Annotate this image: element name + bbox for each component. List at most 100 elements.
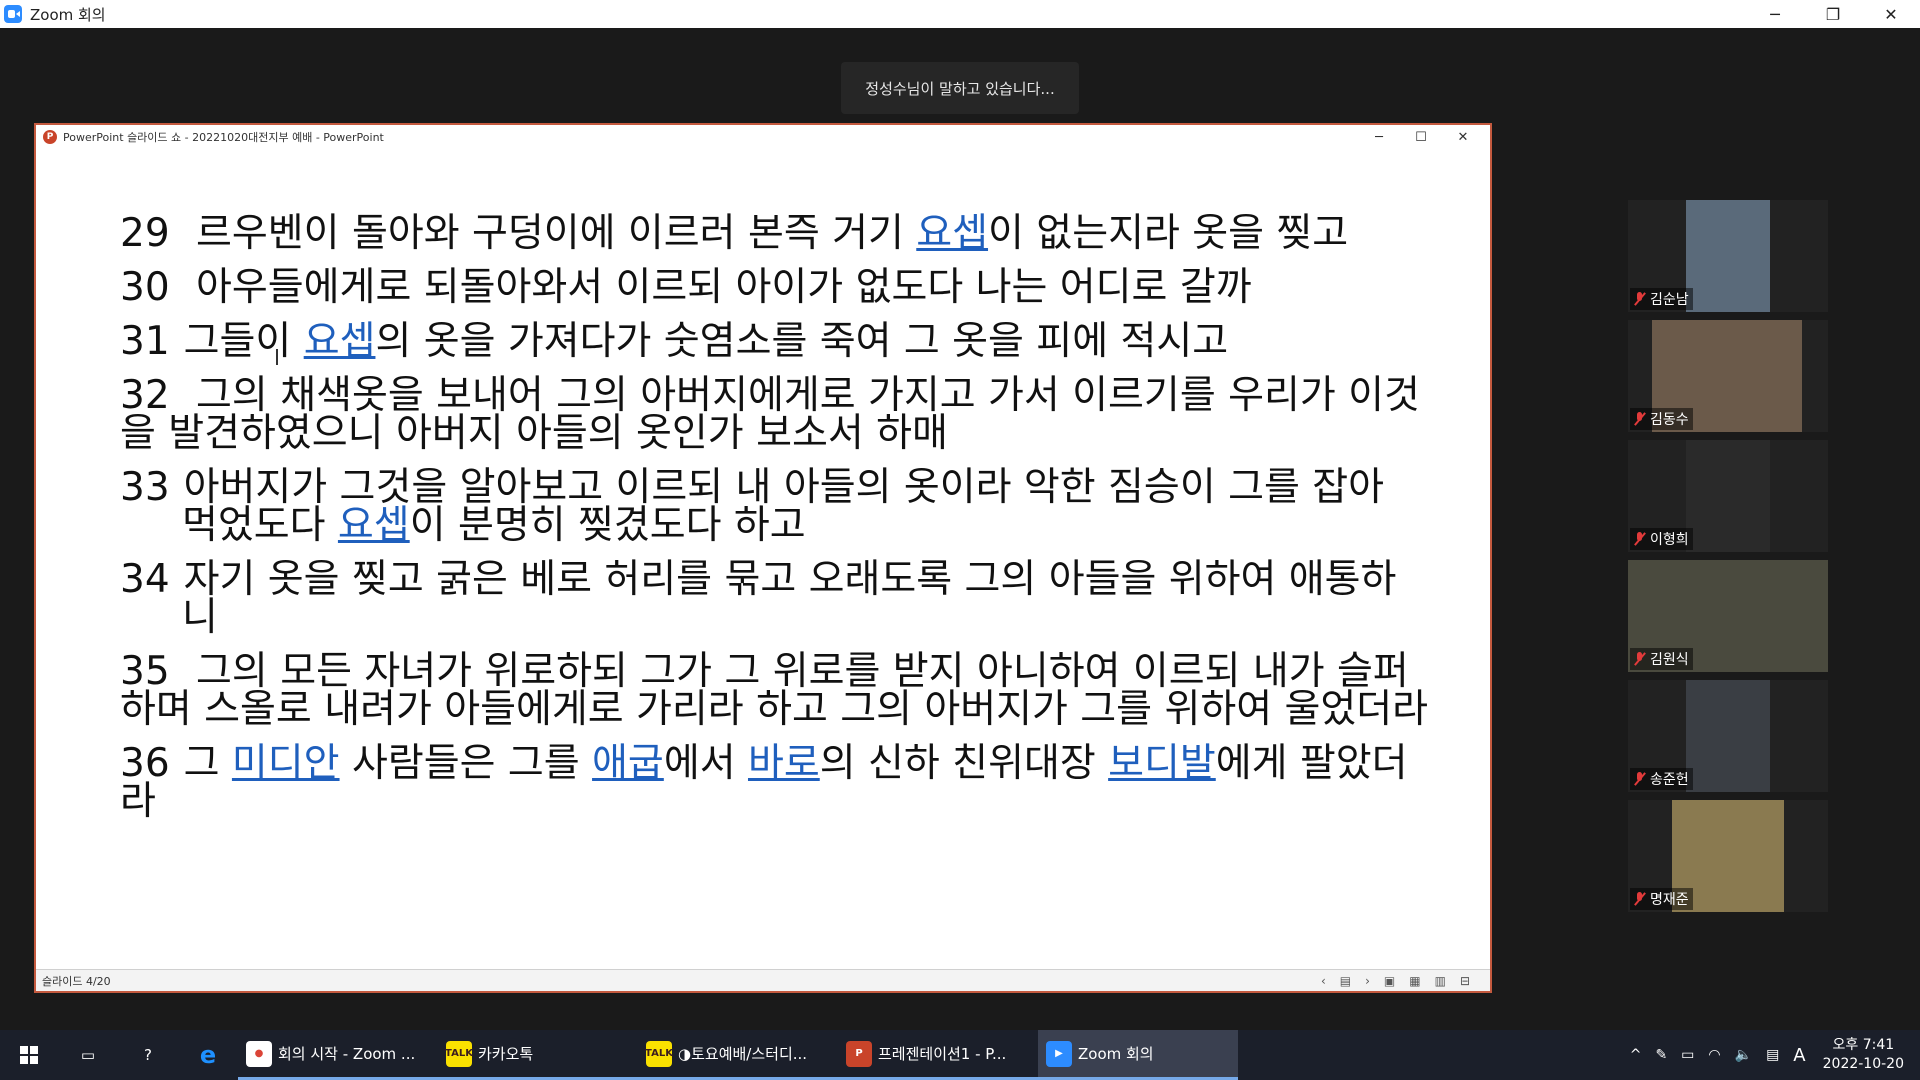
normal-view-icon[interactable]: ▣ — [1384, 974, 1395, 988]
taskbar-app-label: ◑토요예배/스터디... — [678, 1045, 808, 1063]
windows-taskbar: ▭ ? e ● 회의 시작 - Zoom ... TALK 카카오톡 TALK ◑토요예배… — [0, 1030, 1920, 1080]
participant-name: 이형희 — [1650, 532, 1689, 548]
verse-text: 의 옷을 가져다가 숫염소를 죽여 그 옷을 피에 적시고 — [375, 319, 1229, 364]
chrome-icon: ● — [246, 1040, 272, 1067]
verse-text: 의 신하 친위대장 — [819, 741, 1109, 786]
verse-number: 30 — [120, 265, 170, 310]
muted-mic-icon — [1634, 892, 1646, 906]
taskbar-app-button[interactable]: ● 회의 시작 - Zoom ... — [238, 1030, 438, 1080]
verse-link[interactable]: 요셉 — [916, 211, 988, 256]
participant-video — [1686, 680, 1770, 792]
notification-icon[interactable]: ▤ — [1766, 1047, 1779, 1063]
verse-33: 33 아버지가 그것을 알아보고 이르되 내 아들의 옷이라 악한 짐승이 그를 … — [120, 468, 1430, 548]
powerpoint-icon: P — [43, 130, 57, 144]
zoom-icon: ▶ — [1046, 1040, 1072, 1067]
verse-text: 에서 — [663, 741, 748, 786]
powerpoint-icon: P — [846, 1040, 872, 1067]
participant-name-bar: 김원식 — [1630, 648, 1693, 670]
volume-icon[interactable]: 🔈 — [1735, 1047, 1752, 1063]
taskbar-app-button[interactable]: TALK ◑토요예배/스터디... — [638, 1030, 838, 1080]
verse-text: 그 — [183, 741, 232, 786]
restore-button[interactable]: ❐ — [1804, 0, 1862, 28]
verse-number: 33 — [120, 465, 170, 510]
clock[interactable]: 오후 7:41 2022-10-20 — [1823, 1036, 1904, 1074]
participant-name-bar: 이형희 — [1630, 528, 1693, 550]
edge-icon[interactable]: e — [178, 1030, 238, 1080]
ime-indicator[interactable]: A — [1793, 1045, 1805, 1066]
verse-link[interactable]: 요셉 — [304, 319, 376, 364]
close-button[interactable]: ✕ — [1862, 0, 1920, 28]
mouse-cursor — [276, 349, 286, 365]
verse-text: 르우벤이 돌아와 구덩이에 이르러 본즉 거기 — [183, 211, 917, 256]
slideshow-view-icon[interactable]: ⊟ — [1460, 974, 1470, 988]
participant-name-bar: 김동수 — [1630, 408, 1693, 430]
kakaotalk-icon: TALK — [645, 1040, 673, 1067]
participant-tile[interactable]: 김동수 — [1628, 320, 1828, 432]
next-slide-icon[interactable]: › — [1365, 974, 1370, 988]
verse-link[interactable]: 요셉 — [338, 503, 410, 548]
participant-name-bar: 명재준 — [1630, 888, 1693, 910]
help-icon[interactable]: ? — [118, 1030, 178, 1080]
verse-text: 그의 채색옷을 보내어 그의 아버지에게로 가지고 가서 이르기를 우리가 이것… — [120, 373, 1420, 456]
task-view-icon[interactable]: ▭ — [58, 1030, 118, 1080]
verse-text: 이 분명히 찢겼도다 하고 — [409, 503, 806, 548]
slide-menu-icon[interactable]: ▤ — [1340, 974, 1351, 988]
taskbar-app-label: 프레젠테이션1 - P... — [878, 1045, 1007, 1063]
minimize-button[interactable]: ─ — [1746, 0, 1804, 28]
verse-34: 34 자기 옷을 찢고 굵은 베로 허리를 묶고 오래도록 그의 아들을 위하여 … — [120, 560, 1430, 637]
verse-29: 29 르우벤이 돌아와 구덩이에 이르러 본즉 거기 요셉이 없는지라 옷을 찢… — [120, 214, 1430, 253]
pen-icon[interactable]: ✎ — [1655, 1047, 1667, 1063]
participant-name: 명재준 — [1650, 892, 1689, 908]
verse-text: 이 없는지라 옷을 찢고 — [988, 211, 1349, 256]
participant-name-bar: 송준헌 — [1630, 768, 1693, 790]
start-button[interactable] — [0, 1030, 58, 1080]
verse-text: 사람들은 그를 — [339, 741, 593, 786]
participant-tile[interactable]: 이형희 — [1628, 440, 1828, 552]
ppt-close-button[interactable]: ✕ — [1442, 125, 1484, 149]
reading-view-icon[interactable]: ▥ — [1435, 974, 1446, 988]
taskbar-app-label: 회의 시작 - Zoom ... — [278, 1045, 416, 1063]
taskbar-app-button[interactable]: ▶ Zoom 회의 — [1038, 1030, 1238, 1080]
participant-tile[interactable]: 김원식 — [1628, 560, 1828, 672]
ppt-minimize-button[interactable]: ─ — [1358, 125, 1400, 149]
verse-text: 그의 모든 자녀가 위로하되 그가 그 위로를 받지 아니하여 이르되 내가 슬… — [120, 649, 1429, 732]
participant-tile[interactable]: 김순남 — [1628, 200, 1828, 312]
ppt-title: PowerPoint 슬라이드 쇼 - 20221020대전지부 예배 - Po… — [63, 131, 384, 144]
participant-name: 김순남 — [1650, 292, 1689, 308]
taskbar-app-button[interactable]: P 프레젠테이션1 - P... — [838, 1030, 1038, 1080]
verse-text: 자기 옷을 찢고 굵은 베로 허리를 묶고 오래도록 그의 아들을 위하여 애통… — [182, 557, 1397, 640]
wifi-icon[interactable]: ◠ — [1708, 1047, 1720, 1063]
zoom-titlebar: Zoom 회의 ─ ❐ ✕ — [0, 0, 1920, 28]
taskbar-app-button[interactable]: TALK 카카오톡 — [438, 1030, 638, 1080]
participant-name: 김원식 — [1650, 652, 1689, 668]
active-speaker-toast: 정성수님이 말하고 있습니다... — [841, 62, 1079, 114]
verse-number: 34 — [120, 557, 170, 602]
participant-name-bar: 김순남 — [1630, 288, 1693, 310]
participant-video — [1686, 200, 1770, 312]
window-title: Zoom 회의 — [30, 5, 106, 24]
participant-name: 김동수 — [1650, 412, 1689, 428]
muted-mic-icon — [1634, 652, 1646, 666]
taskbar-apps: ● 회의 시작 - Zoom ... TALK 카카오톡 TALK ◑토요예배/스터디..… — [238, 1030, 1238, 1080]
battery-icon[interactable]: ▭ — [1681, 1047, 1694, 1063]
slide-content: 29 르우벤이 돌아와 구덩이에 이르러 본즉 거기 요셉이 없는지라 옷을 찢… — [36, 149, 1490, 971]
verse-link[interactable]: 미디안 — [232, 741, 340, 786]
verse-link[interactable]: 보디발 — [1108, 741, 1216, 786]
tray-chevron-icon[interactable]: ^ — [1630, 1047, 1642, 1063]
windows-logo-icon — [20, 1046, 38, 1064]
prev-slide-icon[interactable]: ‹ — [1321, 974, 1326, 988]
verse-link[interactable]: 바로 — [748, 741, 820, 786]
zoom-icon — [4, 5, 22, 23]
ppt-restore-button[interactable]: ☐ — [1400, 125, 1442, 149]
participant-tile[interactable]: 송준헌 — [1628, 680, 1828, 792]
verse-36: 36 그 미디안 사람들은 그를 애굽에서 바로의 신하 친위대장 보디발에게 팔… — [120, 744, 1430, 821]
taskbar-app-label: Zoom 회의 — [1078, 1045, 1154, 1063]
muted-mic-icon — [1634, 412, 1646, 426]
ppt-titlebar: P PowerPoint 슬라이드 쇼 - 20221020대전지부 예배 - … — [36, 125, 1490, 149]
slide-sorter-icon[interactable]: ▦ — [1409, 974, 1420, 988]
verse-link[interactable]: 애굽 — [592, 741, 664, 786]
kakaotalk-icon: TALK — [445, 1040, 473, 1067]
participant-tile[interactable]: 명재준 — [1628, 800, 1828, 912]
verse-35: 35 그의 모든 자녀가 위로하되 그가 그 위로를 받지 아니하여 이르되 내… — [120, 652, 1430, 729]
verse-number: 29 — [120, 211, 170, 256]
